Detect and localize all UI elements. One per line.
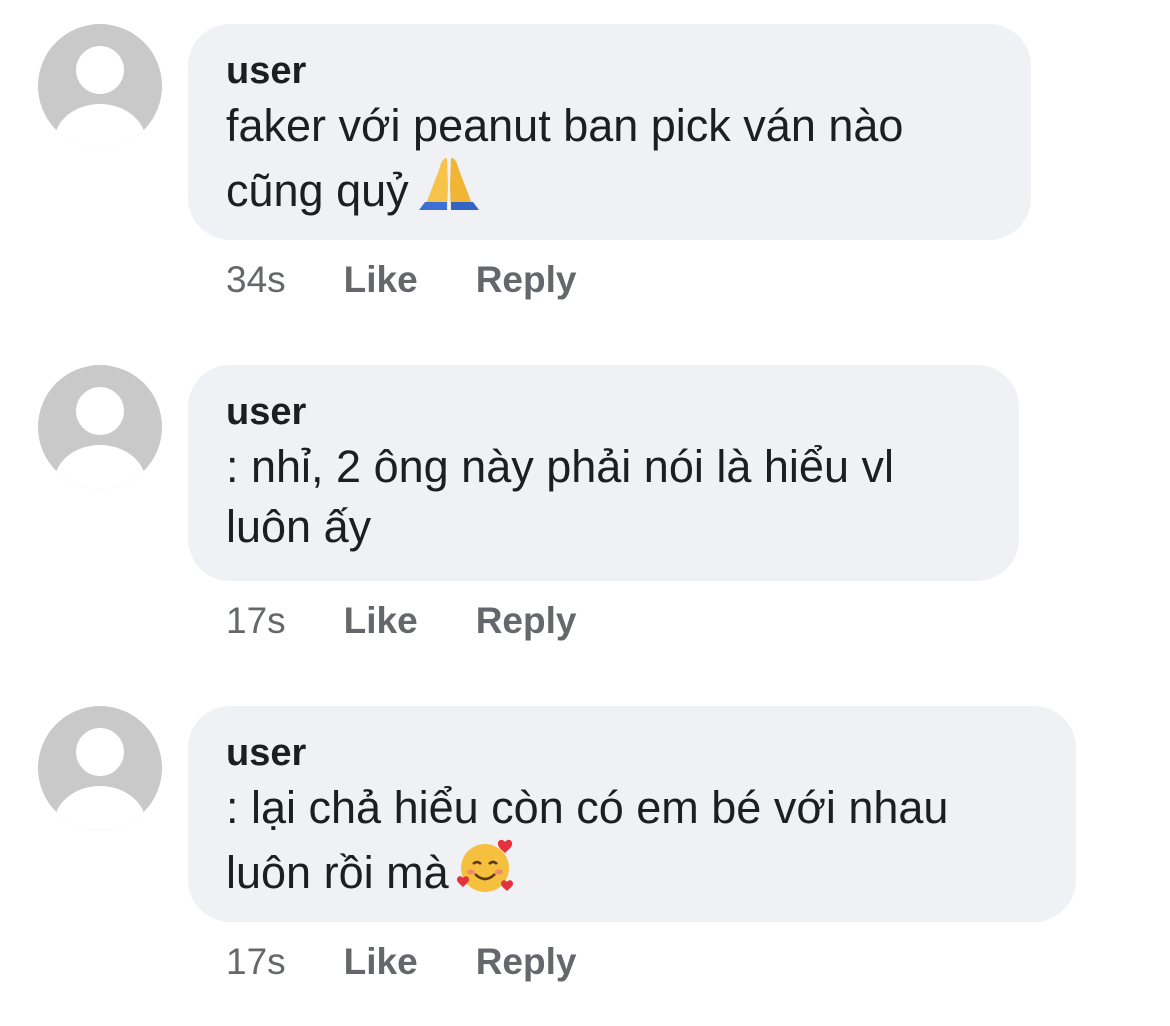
default-avatar-icon: [54, 728, 146, 830]
like-button[interactable]: Like: [344, 600, 418, 642]
comment-timestamp: 17s: [226, 600, 286, 641]
comment-timestamp: 17s: [226, 941, 286, 982]
avatar[interactable]: [38, 365, 162, 489]
comment-username[interactable]: user: [226, 730, 1038, 776]
comment-item: user : lại chả hiểu còn có em bé với nha…: [0, 706, 1170, 1026]
comment-actions: 34s Like Reply: [226, 256, 576, 304]
default-avatar-icon: [54, 387, 146, 489]
comment-username[interactable]: user: [226, 389, 981, 435]
comment-text: : lại chả hiểu còn có em bé với nhau luô…: [226, 778, 1038, 909]
folded-hands-emoji-icon: [417, 156, 481, 227]
avatar[interactable]: [38, 24, 162, 148]
comment-actions: 17s Like Reply: [226, 938, 576, 986]
comment-text: : nhỉ, 2 ông này phải nói là hiểu vl luô…: [226, 441, 894, 552]
comment-item: user : nhỉ, 2 ông này phải nói là hiểu v…: [0, 365, 1170, 685]
avatar[interactable]: [38, 706, 162, 830]
like-button[interactable]: Like: [344, 941, 418, 983]
comment-bubble: user : nhỉ, 2 ông này phải nói là hiểu v…: [188, 365, 1019, 581]
comment-item: user faker với peanut ban pick ván nào c…: [0, 24, 1170, 344]
comment-text-content: : lại chả hiểu còn có em bé với nhau luô…: [226, 782, 949, 898]
comment-username[interactable]: user: [226, 48, 993, 94]
reply-button[interactable]: Reply: [476, 941, 577, 983]
comment-bubble: user faker với peanut ban pick ván nào c…: [188, 24, 1031, 240]
smiling-face-with-hearts-emoji-icon: [456, 838, 517, 909]
like-button[interactable]: Like: [344, 259, 418, 301]
reply-button[interactable]: Reply: [476, 600, 577, 642]
comment-text-content: faker với peanut ban pick ván nào cũng q…: [226, 100, 904, 216]
reply-button[interactable]: Reply: [476, 259, 577, 301]
default-avatar-icon: [54, 46, 146, 148]
comment-bubble: user : lại chả hiểu còn có em bé với nha…: [188, 706, 1076, 922]
comment-text: faker với peanut ban pick ván nào cũng q…: [226, 96, 993, 227]
comment-actions: 17s Like Reply: [226, 597, 576, 645]
comment-timestamp: 34s: [226, 259, 286, 300]
